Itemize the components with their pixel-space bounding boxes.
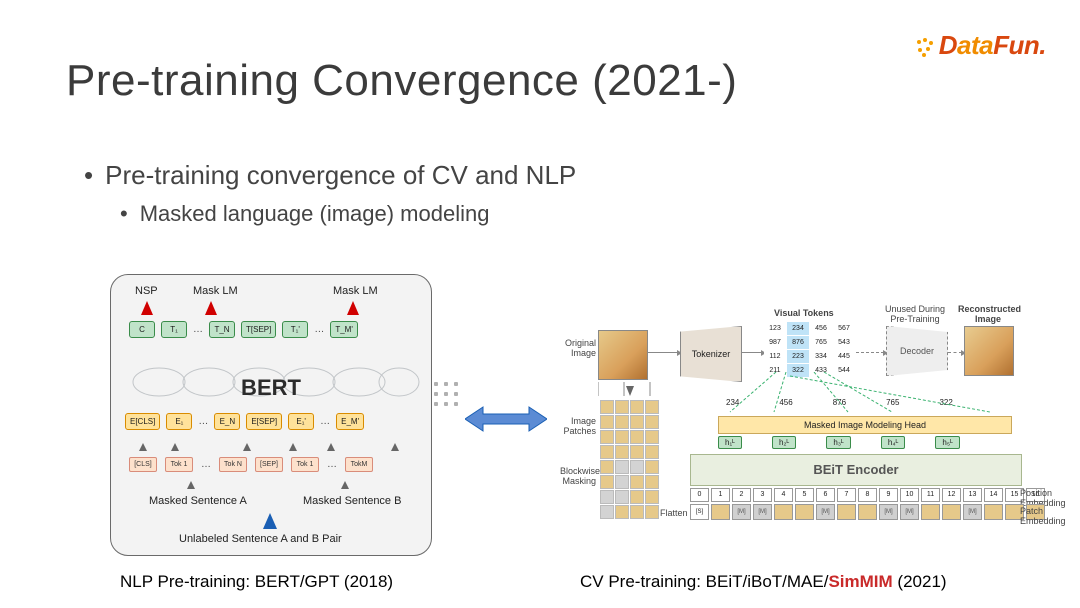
bert-unlabeled: Unlabeled Sentence A and B Pair — [179, 533, 342, 545]
beit-patch-label: Patch Embedding — [1020, 506, 1076, 526]
caption-right-highlight: SimMIM — [828, 572, 892, 591]
caption-right-prefix: CV Pre-training: BEiT/iBoT/MAE/ — [580, 572, 828, 591]
bert-top-token-row: CT₁…T_NT[SEP]T₁'…T_M' — [129, 321, 358, 338]
arrow-right-icon — [742, 352, 762, 353]
beit-unused-label: Unused During Pre-Training — [878, 304, 952, 324]
brand-logo: DataFun. — [915, 30, 1046, 61]
arrow-up-icon — [391, 443, 399, 451]
beit-mim-head: Masked Image Modeling Head — [718, 416, 1012, 434]
beit-green-links — [710, 372, 1020, 416]
bullet-2-text: Masked language (image) modeling — [140, 201, 490, 227]
beit-image-patches-label: Image Patches — [560, 416, 596, 436]
beit-blockwise-label: Blockwise Masking — [560, 466, 596, 486]
arrow-up-icon — [139, 443, 147, 451]
beit-original-image — [598, 330, 648, 380]
arrow-link-icon — [598, 382, 668, 400]
arrow-up-icon — [341, 481, 349, 489]
bullet-1: • Pre-training convergence of CV and NLP — [84, 160, 576, 191]
bert-title: BERT — [241, 375, 301, 401]
bert-masklm-label-2: Mask LM — [333, 285, 378, 297]
red-arrow-icon — [205, 301, 217, 315]
arrow-right-icon — [648, 352, 678, 353]
arrow-up-icon — [187, 481, 195, 489]
logo-dots-icon — [915, 36, 937, 58]
bert-emb-row: E[CLS]E₁…E_NE[SEP]E₁'…E_M' — [125, 413, 364, 430]
bullet-1-text: Pre-training convergence of CV and NLP — [105, 160, 576, 191]
bullet-dot: • — [120, 201, 128, 227]
drag-handle-icon — [434, 382, 460, 408]
beit-diagram: Original Image Tokenizer Visual Tokens 1… — [560, 296, 1034, 528]
beit-decoder-label: Decoder — [900, 346, 934, 356]
beit-visual-tokens-title: Visual Tokens — [774, 308, 834, 318]
arrow-up-icon — [171, 443, 179, 451]
logo-suffix: Fun. — [993, 30, 1046, 60]
beit-recon-label: Reconstructed Image — [958, 304, 1018, 324]
caption-left: NLP Pre-training: BERT/GPT (2018) — [120, 572, 393, 592]
logo-d: D — [939, 30, 957, 60]
beit-flatten-label: Flatten — [660, 508, 688, 518]
beit-encoder: BEiT Encoder — [690, 454, 1022, 486]
dashed-arrow-icon — [856, 352, 884, 353]
bullet-2: • Masked language (image) modeling — [120, 201, 576, 227]
bert-masked-a: Masked Sentence A — [149, 495, 247, 507]
caption-right-suffix: (2021) — [893, 572, 947, 591]
double-arrow-icon — [465, 404, 547, 439]
bert-masklm-label-1: Mask LM — [193, 285, 238, 297]
beit-visual-tokens-table: 1232344565679878767655431122233344452113… — [764, 322, 855, 377]
bullet-dot: • — [84, 160, 93, 191]
caption-right: CV Pre-training: BEiT/iBoT/MAE/SimMIM (2… — [580, 572, 947, 592]
bert-nsp-label: NSP — [135, 285, 158, 297]
bert-input-token-row: [CLS]Tok 1…Tok N[SEP]Tok 1…TokM — [129, 457, 373, 472]
beit-patches-grid-1 — [600, 400, 659, 459]
arrow-up-icon — [243, 443, 251, 451]
beit-hstates: h₁ᴸh₂ᴸh₃ᴸh₄ᴸh₅ᴸ — [718, 436, 960, 449]
beit-decoder: Decoder — [886, 326, 948, 376]
bullet-list: • Pre-training convergence of CV and NLP… — [84, 160, 576, 227]
slide-title: Pre-training Convergence (2021-) — [66, 56, 737, 106]
arrow-up-icon — [289, 443, 297, 451]
beit-position-row: 012345678910111213141516 — [690, 488, 1045, 502]
arrow-up-icon — [327, 443, 335, 451]
beit-patches-grid-2 — [600, 460, 659, 519]
dashed-arrow-icon — [948, 352, 962, 353]
red-arrow-icon — [141, 301, 153, 315]
beit-original-label: Original Image — [560, 338, 596, 358]
beit-recon-image — [964, 326, 1014, 376]
beit-tokenizer-label: Tokenizer — [692, 349, 731, 359]
bert-diagram: NSP Mask LM Mask LM CT₁…T_NT[SEP]T₁'…T_M… — [110, 274, 432, 556]
beit-patch-row: [S][M][M][M][M][M][M] — [690, 504, 1045, 520]
bert-masked-b: Masked Sentence B — [303, 495, 401, 507]
blue-arrow-icon — [263, 513, 277, 529]
red-arrow-icon — [347, 301, 359, 315]
logo-mid: ata — [957, 30, 993, 60]
